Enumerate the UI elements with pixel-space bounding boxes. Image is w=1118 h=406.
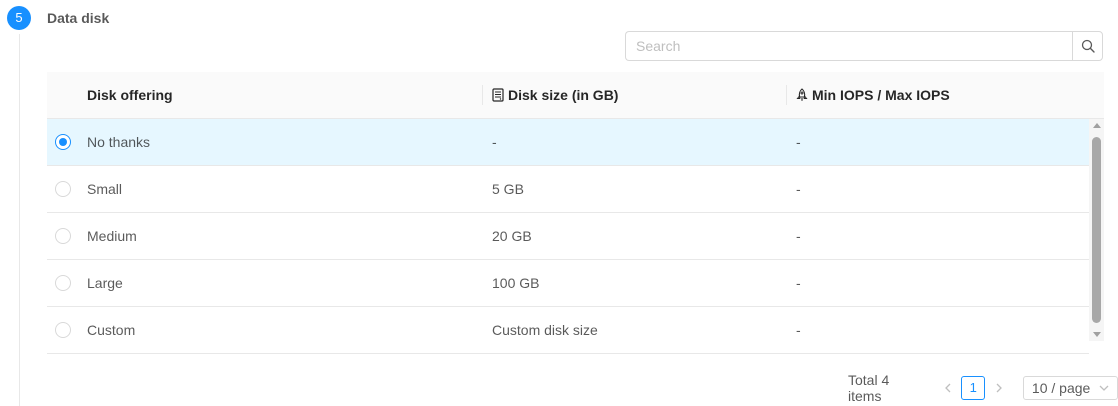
cell-disk-offering: Small	[87, 181, 123, 197]
cell-disk-offering: Medium	[87, 228, 137, 244]
table-row[interactable]: No thanks - -	[47, 119, 1089, 166]
column-header-iops: Min IOPS / Max IOPS	[796, 72, 950, 118]
scroll-thumb[interactable]	[1092, 137, 1101, 323]
cell-disk-offering: Large	[87, 275, 123, 291]
pagination-total: Total 4 items	[848, 372, 890, 404]
cell-disk-size: Custom disk size	[492, 322, 598, 338]
cell-iops: -	[796, 322, 801, 338]
search-input[interactable]	[625, 31, 1073, 61]
step-connector-line	[19, 34, 20, 406]
row-radio[interactable]	[55, 228, 71, 244]
table-scrollbar[interactable]	[1089, 119, 1104, 341]
step-title: Data disk	[47, 10, 110, 26]
table-row[interactable]: Custom Custom disk size -	[47, 307, 1089, 354]
rocket-icon	[796, 88, 808, 102]
cell-disk-offering: No thanks	[87, 134, 151, 150]
search-icon	[1081, 39, 1095, 53]
page-1-button[interactable]: 1	[961, 376, 986, 400]
table-row[interactable]: Medium 20 GB -	[47, 213, 1089, 260]
cell-disk-size: 100 GB	[492, 275, 540, 291]
row-radio[interactable]	[55, 275, 71, 291]
pagination: Total 4 items 1 10 / page	[848, 372, 1118, 404]
search-button[interactable]	[1072, 31, 1103, 61]
table-header: Disk offering Disk size (in GB) Min IOPS…	[47, 72, 1104, 119]
cell-iops: -	[796, 228, 801, 244]
hdd-icon	[492, 88, 504, 102]
cell-disk-size: 20 GB	[492, 228, 532, 244]
cell-disk-size: 5 GB	[492, 181, 524, 197]
column-header-label: Disk offering	[87, 87, 173, 103]
cell-iops: -	[796, 181, 801, 197]
column-header-label: Min IOPS / Max IOPS	[812, 87, 950, 103]
page-size-select[interactable]: 10 / page	[1022, 376, 1118, 400]
column-header-disk-offering: Disk offering	[87, 72, 173, 118]
column-header-disk-size: Disk size (in GB)	[492, 72, 618, 118]
disk-offering-table: Disk offering Disk size (in GB) Min IOPS…	[47, 72, 1104, 354]
page-size-value: 10 / page	[1031, 380, 1091, 396]
column-divider	[786, 85, 787, 105]
chevron-right-icon	[995, 383, 1003, 393]
cell-disk-offering: Custom	[87, 322, 136, 338]
column-divider	[482, 85, 483, 105]
row-radio[interactable]	[55, 134, 71, 150]
table-body: No thanks - - Small 5 GB - Medium 20 GB …	[47, 119, 1089, 354]
step-number-badge: 5	[7, 6, 31, 30]
row-radio[interactable]	[55, 322, 71, 338]
scroll-up-arrow-icon[interactable]	[1093, 123, 1101, 128]
prev-page-button[interactable]	[938, 376, 958, 400]
column-header-label: Disk size (in GB)	[508, 87, 619, 103]
chevron-down-icon	[1099, 384, 1109, 392]
cell-disk-size: -	[492, 134, 497, 150]
next-page-button[interactable]	[989, 376, 1009, 400]
scroll-down-arrow-icon[interactable]	[1093, 332, 1101, 337]
cell-iops: -	[796, 275, 801, 291]
row-radio[interactable]	[55, 181, 71, 197]
chevron-left-icon	[944, 383, 952, 393]
table-row[interactable]: Small 5 GB -	[47, 166, 1089, 213]
cell-iops: -	[796, 134, 801, 150]
table-row[interactable]: Large 100 GB -	[47, 260, 1089, 307]
search-box	[625, 31, 1103, 61]
